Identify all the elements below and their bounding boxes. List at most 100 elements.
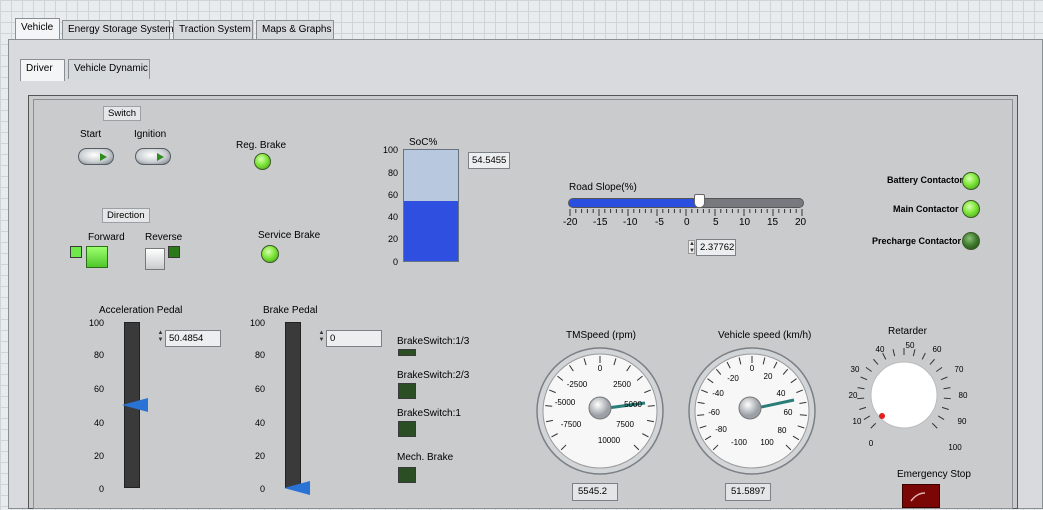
slope-tick-10: 10 [739, 217, 751, 228]
mech-brake-label: Mech. Brake [397, 452, 454, 463]
tm-speed-label: TMSpeed (rpm) [566, 330, 637, 341]
brake-switch-1-3-label: BrakeSwitch:1/3 [397, 336, 470, 347]
brake-pedal-track[interactable] [285, 322, 301, 488]
tab-traction-system[interactable]: Traction System [173, 20, 253, 40]
forward-indicator [70, 246, 82, 258]
vehicle-speed-value: 51.5897 [725, 483, 771, 501]
tm-speed-gauge: 0 2500 5000 7500 10000 -7500 -5000 -2500 [536, 347, 664, 475]
ignition-label: Ignition [134, 129, 167, 140]
ret-tick-40: 40 [876, 345, 885, 354]
brake-switch-2-3-label: BrakeSwitch:2/3 [397, 370, 470, 381]
forward-button[interactable] [86, 246, 108, 268]
vs-tick-0: 0 [750, 364, 755, 373]
tm-tick-m2500: -2500 [567, 380, 588, 389]
vehicle-speed-label: Vehicle speed (km/h) [718, 330, 812, 341]
brake-pedal-value[interactable]: 0 [326, 330, 382, 347]
tm-tick-7500: 7500 [616, 420, 634, 429]
tab-vehicle[interactable]: Vehicle [15, 18, 60, 40]
retarder-knob[interactable]: 0 10 20 30 40 50 60 70 80 90 100 [840, 336, 970, 456]
soc-tick-20: 20 [387, 234, 398, 244]
ret-tick-90: 90 [958, 417, 967, 426]
brake-tick-80: 80 [254, 350, 265, 360]
acceleration-pedal-pointer[interactable] [122, 398, 148, 412]
vs-tick-100: 100 [760, 438, 774, 447]
main-contactor-led [962, 200, 980, 218]
ignition-switch[interactable] [135, 148, 171, 165]
vs-tick-m100: -100 [731, 438, 748, 447]
road-slope-scale [569, 209, 803, 216]
brake-switch-1-label: BrakeSwitch:1 [397, 408, 461, 419]
brake-switch-1-led [398, 421, 416, 437]
tm-tick-m7500: -7500 [561, 420, 582, 429]
reverse-button[interactable] [145, 248, 165, 270]
tm-tick-10000: 10000 [598, 436, 621, 445]
reverse-label: Reverse [145, 232, 183, 243]
soc-tank-fill [404, 200, 458, 261]
brake-switch-1-3-led [398, 349, 416, 356]
soc-tank [403, 149, 459, 262]
tm-tick-2500: 2500 [613, 380, 631, 389]
soc-value: 54.5455 [468, 152, 510, 169]
start-label: Start [80, 129, 102, 140]
slope-tick-m15: -15 [593, 217, 608, 228]
accel-tick-20: 20 [93, 451, 104, 461]
accel-tick-0: 0 [98, 484, 104, 494]
soc-tick-60: 60 [387, 190, 398, 200]
ret-tick-70: 70 [955, 365, 964, 374]
road-slope-track[interactable] [568, 198, 804, 208]
battery-contactor-led [962, 172, 980, 190]
soc-tick-100: 100 [382, 145, 398, 155]
ret-tick-100: 100 [948, 443, 962, 452]
precharge-contactor-label: Precharge Contactor [872, 236, 962, 246]
brake-tick-100: 100 [249, 318, 265, 328]
slope-tick-m20: -20 [563, 217, 578, 228]
road-slope-value[interactable]: 2.37762 [696, 239, 736, 256]
brake-switch-2-3-led [398, 383, 416, 399]
acceleration-pedal-value[interactable]: 50.4854 [165, 330, 221, 347]
accel-tick-80: 80 [93, 350, 104, 360]
brake-pedal-pointer[interactable] [284, 481, 310, 495]
vs-tick-m60: -60 [708, 408, 720, 417]
road-slope-handle[interactable] [694, 194, 705, 208]
vs-tick-m40: -40 [712, 389, 724, 398]
soc-tick-40: 40 [387, 212, 398, 222]
reg-brake-label: Reg. Brake [236, 140, 287, 151]
ret-tick-50: 50 [906, 341, 915, 350]
slope-tick-20: 20 [795, 217, 807, 228]
service-brake-led [261, 245, 279, 263]
ret-tick-0: 0 [869, 439, 874, 448]
tab-driver[interactable]: Driver [20, 59, 65, 81]
slope-tick-m10: -10 [623, 217, 638, 228]
vs-tick-20: 20 [764, 372, 773, 381]
start-switch[interactable] [78, 148, 114, 165]
emergency-stop-button[interactable] [902, 484, 940, 508]
emergency-stop-label: Emergency Stop [897, 469, 971, 480]
vehicle-speed-gauge: 0 20 40 60 80 100 -100 -80 -60 -40 -20 [688, 347, 816, 475]
acceleration-pedal-spinner[interactable]: ▲ ▼ [157, 330, 164, 344]
brake-pedal-label: Brake Pedal [263, 305, 318, 316]
brake-tick-60: 60 [254, 384, 265, 394]
slope-tick-15: 15 [767, 217, 779, 228]
vs-tick-m80: -80 [715, 425, 727, 434]
slope-tick-0: 0 [684, 217, 690, 228]
tm-tick-0: 0 [598, 364, 603, 373]
tab-vehicle-dynamic[interactable]: Vehicle Dynamic [68, 59, 150, 79]
soc-label: SoC% [409, 137, 438, 148]
brake-tick-20: 20 [254, 451, 265, 461]
brake-pedal-spinner[interactable]: ▲ ▼ [318, 330, 325, 344]
road-slope-label: Road Slope(%) [569, 182, 637, 193]
vs-tick-m20: -20 [727, 374, 739, 383]
tab-energy-storage-system[interactable]: Energy Storage System [62, 20, 174, 40]
tab-maps-graphs[interactable]: Maps & Graphs [256, 20, 334, 40]
service-brake-label: Service Brake [258, 230, 321, 241]
vs-tick-60: 60 [784, 408, 793, 417]
accel-tick-60: 60 [93, 384, 104, 394]
accel-tick-100: 100 [88, 318, 104, 328]
acceleration-pedal-label: Acceleration Pedal [99, 305, 183, 316]
direction-title: Direction [102, 208, 150, 223]
battery-contactor-label: Battery Contactor [887, 175, 964, 185]
road-slope-spinner[interactable]: ▲ ▼ [688, 240, 695, 254]
switch-title: Switch [103, 106, 141, 121]
main-contactor-label: Main Contactor [893, 204, 959, 214]
tm-speed-value: 5545.2 [572, 483, 618, 501]
